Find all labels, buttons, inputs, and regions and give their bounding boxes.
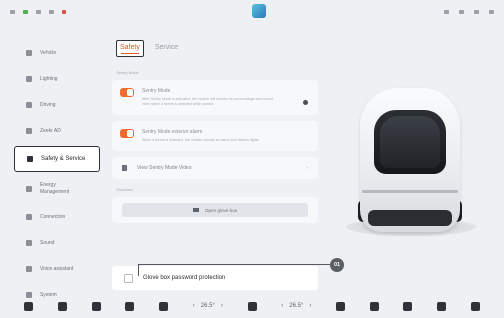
seat-icon[interactable] [159, 301, 169, 311]
left-temp-value: 26.5° [200, 303, 215, 309]
car-icon [26, 50, 32, 56]
sidebar-item-driving[interactable]: Driving [14, 94, 100, 116]
steering-icon [26, 102, 32, 108]
fan-icon[interactable] [247, 301, 257, 311]
car-bumper [368, 210, 452, 226]
sidebar-item-vehicle[interactable]: Vehicle [14, 42, 100, 64]
sidebar-item-voice[interactable]: Voice assistant [14, 258, 100, 280]
sidebar-item-label: Safety & Service [41, 156, 86, 162]
glovebox-password-label: Glove box password protection [143, 275, 226, 281]
light-icon [26, 76, 32, 82]
user-icon [474, 10, 479, 14]
callout-line [138, 264, 330, 265]
sidebar-item-connection[interactable]: Connection [14, 206, 100, 228]
bluetooth-icon [36, 10, 41, 14]
seat-heat-icon[interactable] [91, 301, 101, 311]
status-bar [0, 0, 504, 24]
sidebar-item-label: Lighting [40, 76, 58, 82]
music-icon[interactable] [403, 301, 413, 311]
glovebox-password-checkbox[interactable] [124, 273, 133, 283]
network-icon [23, 10, 28, 14]
alert-icon [62, 10, 66, 14]
open-glovebox-button[interactable]: Open glove box [122, 203, 308, 217]
shield-icon [27, 156, 33, 162]
video-icon [122, 165, 127, 171]
temp-up-icon[interactable]: › [221, 303, 223, 309]
sidebar-item-label: Vehicle [40, 50, 57, 56]
status-left [10, 10, 66, 14]
section-label-glovebox: Glovebox [116, 187, 133, 192]
status-right [444, 10, 494, 14]
apps-icon[interactable] [369, 301, 379, 311]
sidebar-item-label: Energy Management [40, 182, 70, 195]
sentry-mode-card: Sentry Mode After Sentry Mode is activat… [112, 80, 318, 115]
volume-icon[interactable] [470, 301, 480, 311]
sentry-alarm-card: Sentry Mode exterior alarm When a threat… [112, 121, 318, 151]
sidebar-item-energy[interactable]: Energy Management [14, 176, 100, 202]
wifi-icon [49, 10, 54, 14]
defrost-icon[interactable] [125, 301, 135, 311]
glovebox-password-row[interactable]: Glove box password protection [112, 266, 318, 290]
grid-icon[interactable] [437, 301, 447, 311]
app-logo-icon [252, 4, 266, 18]
sidebar-item-label: Driving [40, 102, 56, 108]
location-icon [444, 10, 449, 14]
sentry-mode-toggle[interactable] [120, 88, 134, 97]
car-rear-window [380, 116, 440, 168]
temp-down-icon[interactable]: ‹ [193, 303, 195, 309]
sidebar-item-label: Sound [40, 240, 55, 246]
tab-service[interactable]: Service [152, 41, 181, 56]
sidebar-item-zeekr-ad[interactable]: Zeekr AD [14, 120, 100, 142]
sentry-alarm-description: When a threat is detected, the vehicle s… [142, 138, 260, 142]
callout-line-vertical [138, 264, 139, 276]
info-icon[interactable] [303, 100, 308, 105]
settings-sidebar: Vehicle Lighting Driving Zeekr AD Safety… [14, 42, 100, 312]
view-sentry-video-row[interactable]: View Sentry Mode Video › [112, 157, 318, 179]
link-icon [26, 214, 32, 220]
section-label-sentry: Sentry Mode [116, 70, 139, 75]
sidebar-item-label: Zeekr AD [40, 128, 61, 134]
battery-icon [26, 186, 32, 192]
sentry-mode-description: After Sentry Mode is activated, the vehi… [142, 97, 273, 106]
home-icon[interactable] [24, 301, 34, 311]
glovebox-card: Open glove box [112, 197, 318, 223]
sidebar-item-lighting[interactable]: Lighting [14, 68, 100, 90]
temp-down-icon[interactable]: ‹ [281, 303, 283, 309]
sentry-alarm-title: Sentry Mode exterior alarm [142, 129, 203, 135]
sidebar-item-label: Voice assistant [40, 266, 74, 272]
autopilot-icon [26, 128, 32, 134]
clock-icon [489, 10, 494, 14]
settings-panel: Sentry Mode Sentry Mode After Sentry Mod… [112, 68, 318, 318]
sidebar-item-sound[interactable]: Sound [14, 232, 100, 254]
sentry-alarm-toggle[interactable] [120, 129, 134, 138]
temp-up-icon[interactable]: › [309, 303, 311, 309]
sidebar-item-safety-service[interactable]: Safety & Service [14, 146, 100, 172]
open-glovebox-label: Open glove box [204, 207, 238, 213]
view-sentry-video-label: View Sentry Mode Video [137, 165, 192, 171]
left-temp-control[interactable]: ‹ 26.5° › [180, 303, 235, 309]
right-temp-control[interactable]: ‹ 26.5° › [269, 303, 324, 309]
chevron-right-icon: › [306, 165, 308, 171]
volume-icon [459, 10, 464, 14]
sentry-mode-title: Sentry Mode [142, 88, 171, 94]
bottom-dock: ‹ 26.5° › ‹ 26.5° › [0, 294, 504, 318]
tab-bar: Safety Service [116, 40, 181, 57]
vehicle-preview [318, 40, 504, 290]
signal-icon [10, 10, 15, 14]
car-icon[interactable] [58, 301, 68, 311]
speaker-icon [26, 240, 32, 246]
mic-icon [26, 266, 32, 272]
sidebar-item-label: Connection [40, 214, 66, 220]
seat-right-icon[interactable] [336, 301, 345, 311]
glovebox-icon [192, 208, 199, 212]
car-taillight [362, 190, 458, 193]
tab-safety[interactable]: Safety [116, 40, 144, 57]
right-temp-value: 26.5° [289, 303, 304, 309]
